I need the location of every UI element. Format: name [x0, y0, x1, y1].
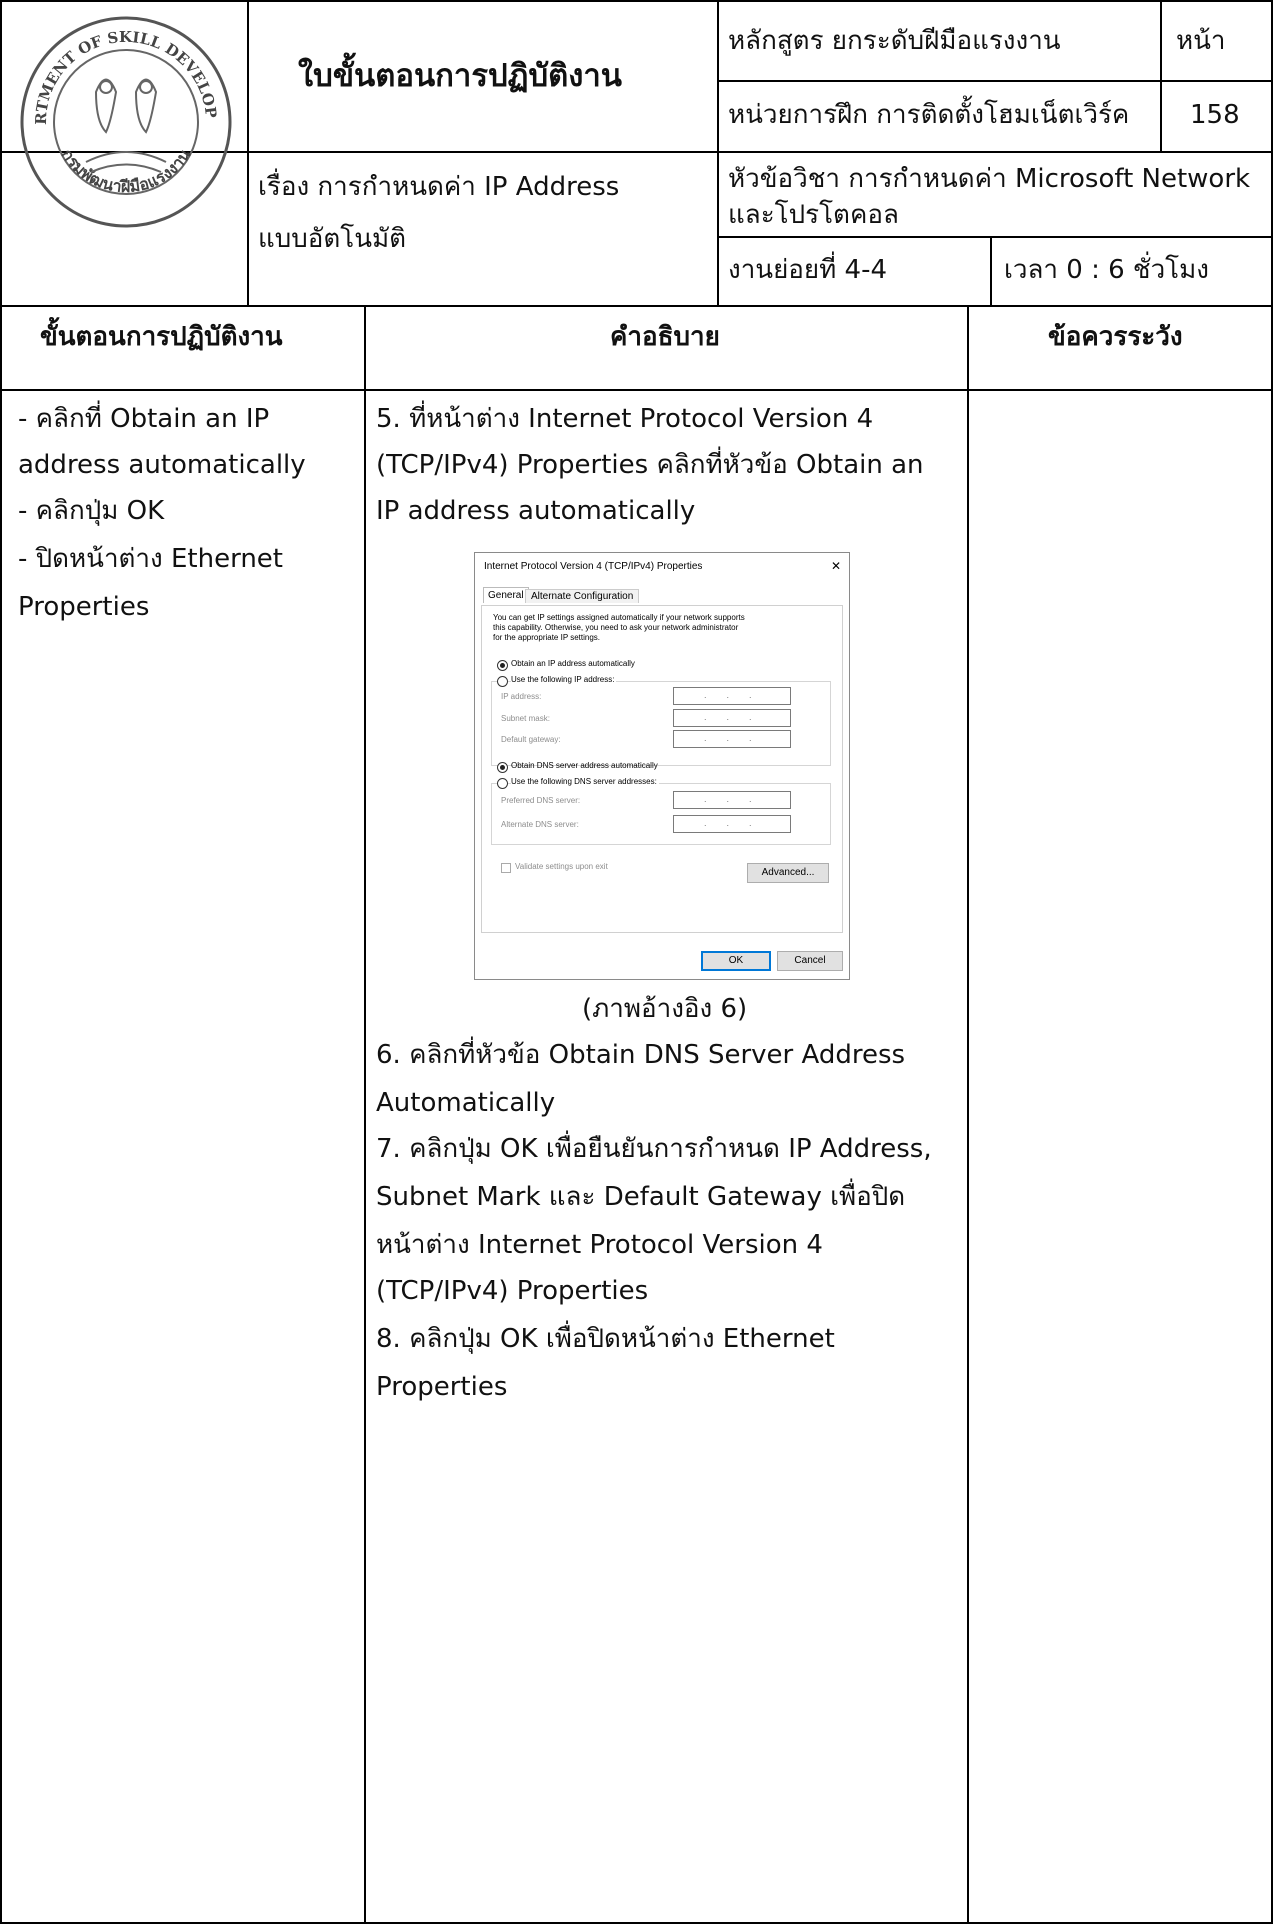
step-line: - คลิกที่ Obtain an IP [18, 404, 270, 434]
validate-checkbox[interactable] [501, 863, 511, 873]
subject-line-2: และโปรโตคอล [728, 200, 899, 230]
step-line: - ปิดหน้าต่าง Ethernet [18, 544, 283, 574]
figure-caption: (ภาพอ้างอิง 6) [582, 994, 748, 1024]
description-line: หน้าต่าง Internet Protocol Version 4 [376, 1230, 823, 1260]
step-line: Properties [18, 592, 150, 622]
info-text-line: this capability. Otherwise, you need to … [493, 623, 739, 632]
tab-alternate-configuration[interactable]: Alternate Configuration [525, 589, 640, 603]
obtain-dns-auto-label: Obtain DNS server address automatically [511, 761, 658, 770]
tcp-ipv4-properties-dialog: Internet Protocol Version 4 (TCP/IPv4) P… [474, 552, 850, 980]
use-following-dns-label: Use the following DNS server addresses: [511, 777, 659, 786]
preferred-dns-input[interactable]: ... [673, 791, 791, 809]
alternate-dns-input[interactable]: ... [673, 815, 791, 833]
description-line: 8. คลิกปุ่ม OK เพื่อปิดหน้าต่าง Ethernet [376, 1324, 835, 1354]
advanced-button[interactable]: Advanced... [747, 863, 829, 883]
svg-text:กรมพัฒนาฝีมือแรงงาน: กรมพัฒนาฝีมือแรงงาน [58, 146, 195, 196]
tab-general[interactable]: General [483, 587, 529, 603]
department-logo: DEPARTMENT OF SKILL DEVELOPMENT กรมพัฒนา… [8, 0, 236, 232]
ip-address-label: IP address: [501, 692, 542, 701]
alternate-dns-label: Alternate DNS server: [501, 820, 579, 829]
description-line: 5. ที่หน้าต่าง Internet Protocol Version… [376, 404, 874, 434]
course-name: หลักสูตร ยกระดับฝีมือแรงงาน [728, 26, 1061, 56]
close-icon[interactable]: ✕ [831, 559, 841, 573]
description-line: 6. คลิกที่หัวข้อ Obtain DNS Server Addre… [376, 1040, 906, 1070]
preferred-dns-label: Preferred DNS server: [501, 796, 581, 805]
use-following-ip-label: Use the following IP address: [511, 675, 617, 684]
topic-line-1: เรื่อง การกำหนดค่า IP Address [258, 172, 620, 202]
ip-address-input[interactable]: ... [673, 687, 791, 705]
column-header-steps: ขั้นตอนการปฏิบัติงาน [40, 322, 283, 352]
time-allotted: เวลา 0 : 6 ชั่วโมง [1004, 255, 1209, 285]
description-line: Properties [376, 1372, 508, 1402]
subject-line-1: หัวข้อวิชา การกำหนดค่า Microsoft Network [728, 164, 1251, 194]
page-number: 158 [1190, 100, 1240, 130]
step-line: address automatically [18, 450, 306, 480]
info-text-line: You can get IP settings assigned automat… [493, 613, 745, 622]
column-header-description: คำอธิบาย [610, 322, 720, 352]
training-unit: หน่วยการฝึก การติดตั้งโฮมเน็ตเวิร์ค [728, 100, 1130, 130]
description-line: (TCP/IPv4) Properties คลิกที่หัวข้อ Obta… [376, 450, 924, 480]
info-text-line: for the appropriate IP settings. [493, 633, 601, 642]
column-header-caution: ข้อควรระวัง [1048, 322, 1183, 352]
description-line: Automatically [376, 1088, 556, 1118]
subtask: งานย่อยที่ 4-4 [728, 255, 888, 285]
description-line: IP address automatically [376, 496, 696, 526]
radio-use-following-dns[interactable] [497, 778, 508, 789]
default-gateway-input[interactable]: ... [673, 730, 791, 748]
description-line: (TCP/IPv4) Properties [376, 1276, 649, 1306]
page-label: หน้า [1176, 26, 1226, 56]
radio-obtain-ip-auto[interactable] [497, 660, 508, 671]
radio-obtain-dns-auto[interactable] [497, 762, 508, 773]
cancel-button[interactable]: Cancel [777, 951, 843, 971]
radio-use-following-ip[interactable] [497, 676, 508, 687]
topic-line-2: แบบอัตโนมัติ [258, 224, 407, 254]
obtain-ip-auto-label: Obtain an IP address automatically [511, 659, 635, 668]
default-gateway-label: Default gateway: [501, 735, 561, 744]
document-title: ใบขั้นตอนการปฏิบัติงาน [298, 58, 623, 94]
dialog-title: Internet Protocol Version 4 (TCP/IPv4) P… [484, 561, 703, 572]
ok-button[interactable]: OK [701, 951, 771, 971]
validate-label: Validate settings upon exit [515, 862, 608, 871]
subnet-mask-input[interactable]: ... [673, 709, 791, 727]
subnet-mask-label: Subnet mask: [501, 714, 550, 723]
step-line: - คลิกปุ่ม OK [18, 496, 165, 526]
description-line: Subnet Mark และ Default Gateway เพื่อปิด [376, 1182, 906, 1212]
svg-text:DEPARTMENT OF SKILL DEVELOPMEN: DEPARTMENT OF SKILL DEVELOPMENT [16, 12, 220, 125]
description-line: 7. คลิกปุ่ม OK เพื่อยืนยันการกำหนด IP Ad… [376, 1134, 932, 1164]
